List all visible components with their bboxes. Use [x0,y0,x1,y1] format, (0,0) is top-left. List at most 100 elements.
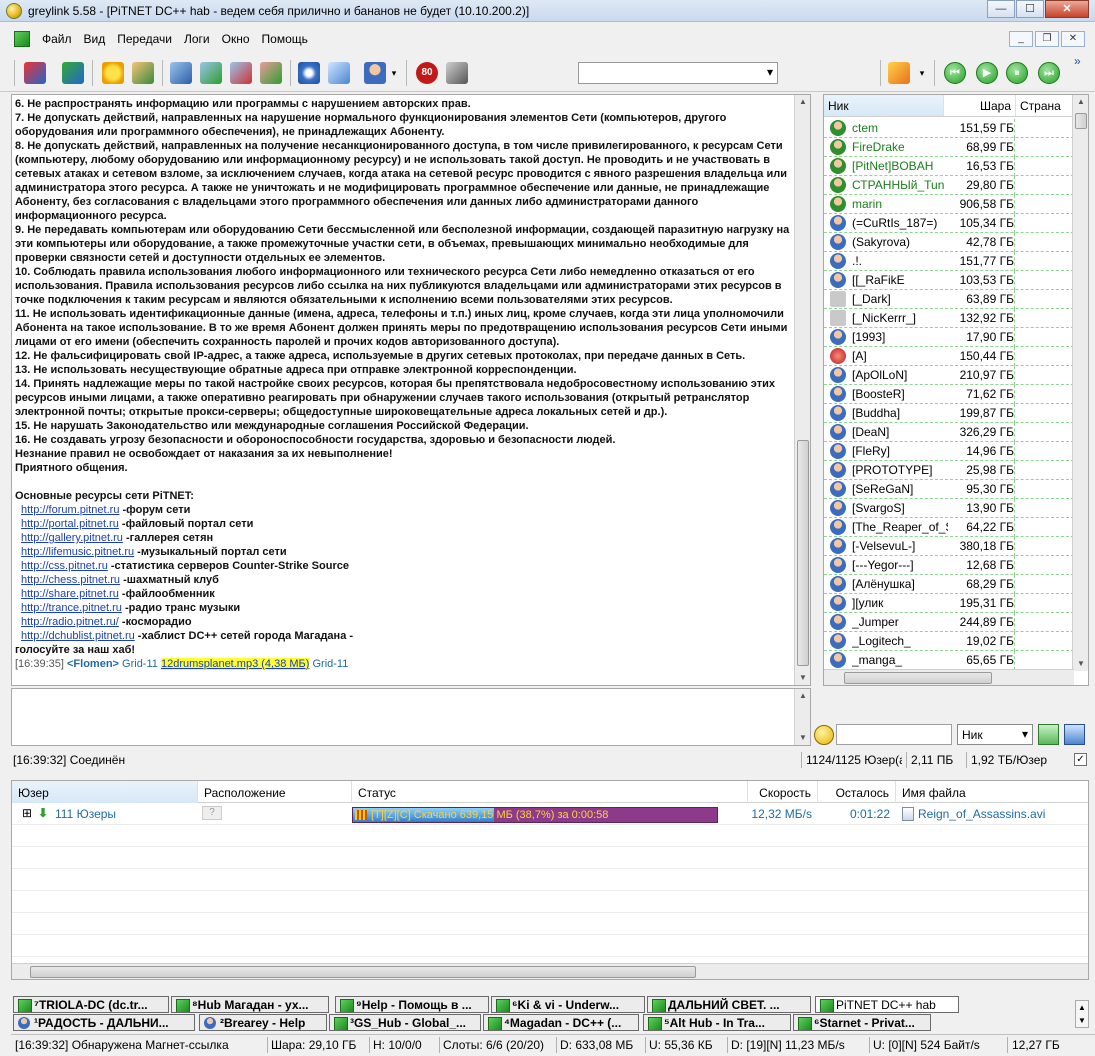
refresh-icon[interactable] [1064,724,1085,745]
resource-link[interactable]: http://trance.pitnet.ru [21,602,122,614]
tab-alt-hub[interactable]: ⁵Alt Hub - In Tra... [643,1014,791,1031]
tab-help[interactable]: ⁹Help - Помощь в ... [335,996,489,1013]
user-row[interactable]: [FleRy] 14,96 ГБ [824,441,1074,461]
toolbar-overflow-icon[interactable]: » [1074,54,1088,76]
user-row[interactable]: [The_Reaper_of_S 64,22 ГБ [824,517,1074,537]
user-row[interactable]: [_Dark] 63,89 ГБ [824,289,1074,309]
close-button[interactable]: ✕ [1045,0,1089,18]
pause-icon[interactable]: ⏸ [1006,62,1028,84]
finished-downloads-icon[interactable] [200,62,222,84]
user-row[interactable]: (=CuRtIs_187=) 105,34 ГБ [824,213,1074,233]
magnet-link[interactable]: 12drumsplanet.mp3 (4,38 МБ) [160,658,310,670]
user-row[interactable]: [PROTOTYPE] 25,98 ГБ [824,460,1074,480]
user-row[interactable]: [DeaN] 326,29 ГБ [824,422,1074,442]
user-row[interactable]: marin 906,58 ГБ [824,194,1074,214]
resource-link[interactable]: http://lifemusic.pitnet.ru [21,546,134,558]
user-row[interactable]: [PitNet]BOBAH 16,53 ГБ [824,156,1074,176]
maximize-button[interactable]: ☐ [1016,0,1044,18]
user-row[interactable]: _manga_ 65,65 ГБ [824,650,1074,670]
tab-starnet[interactable]: ⁶Starnet - Privat... [793,1014,931,1031]
transfers-hscrollbar[interactable] [12,963,1088,979]
user-list[interactable]: Ник Шара Страна ctem 151,59 ГБ FireDrake 68… [823,94,1089,686]
user-list-hscroll-thumb[interactable] [844,672,992,684]
column-country[interactable]: Страна [1016,95,1074,116]
finished-uploads-icon[interactable] [260,62,282,84]
user-row[interactable]: [SvargoS] 13,90 ГБ [824,498,1074,518]
transfer-row[interactable]: ⊞ ⬇ 111 Юзеры ? [T][Z][C] Скачано 639,15… [12,803,1088,825]
notepad-icon[interactable] [328,62,350,84]
column-location[interactable]: Расположение [198,781,352,803]
user-row[interactable]: FireDrake 68,99 ГБ [824,137,1074,157]
play-icon[interactable]: ▶ [976,62,998,84]
scroll-down-arrow-icon[interactable]: ▼ [1073,657,1088,671]
menu-window[interactable]: Окно [222,32,250,46]
chevron-down-icon[interactable]: ▾ [388,62,400,84]
resource-link[interactable]: http://forum.pitnet.ru [21,504,119,516]
scroll-up-arrow-icon[interactable]: ▲ [1073,95,1088,109]
scroll-up-arrow-icon[interactable]: ▲ [795,689,811,703]
user-row[interactable]: .!. 151,77 ГБ [824,251,1074,271]
user-row[interactable]: [BoosteR] 71,62 ГБ [824,384,1074,404]
user-row[interactable]: [SeReGaN] 95,30 ГБ [824,479,1074,499]
menu-file[interactable]: Файл [42,32,72,46]
tab-dalniy-svet[interactable]: ДАЛЬНИЙ СВЕТ. ... [647,996,811,1013]
user-row[interactable]: ctem 151,59 ГБ [824,118,1074,138]
export-icon[interactable] [1038,724,1059,745]
message-nick[interactable]: <Flomen> [67,658,119,670]
expand-icon[interactable]: ⊞ [22,806,32,820]
column-nick[interactable]: Ник [824,95,944,116]
upload-queue-icon[interactable] [230,62,252,84]
quick-connect-combo[interactable] [578,62,778,84]
user-row[interactable]: [Buddha] 199,87 ГБ [824,403,1074,423]
speed-limit-icon[interactable]: 80 [416,62,438,84]
resource-link[interactable]: http://radio.pitnet.ru/ [21,616,119,628]
tab-hub-magadan[interactable]: ⁸Hub Магадан - ух... [171,996,329,1013]
settings-gear-icon[interactable] [298,62,320,84]
tab-triola[interactable]: ⁷TRIOLA-DC (dc.tr... [13,996,169,1013]
column-speed[interactable]: Скорость [748,781,818,803]
column-share[interactable]: Шара [944,95,1016,116]
download-queue-icon[interactable] [170,62,192,84]
user-row[interactable]: [A] 150,44 ГБ [824,346,1074,366]
input-scrollbar[interactable]: ▲ ▼ [794,689,810,745]
resource-link[interactable]: http://chess.pitnet.ru [21,574,120,586]
menu-view[interactable]: Вид [84,32,106,46]
user-list-scrollbar[interactable]: ▲ ▼ [1072,95,1088,671]
chat-window[interactable]: 6. Не распространять информацию или прог… [11,94,811,686]
user-list-scroll-thumb[interactable] [1075,113,1087,129]
mdi-restore-button[interactable]: ❐ [1035,31,1059,47]
minimize-button[interactable]: — [987,0,1015,18]
mdi-minimize-button[interactable]: _ [1009,31,1033,47]
resource-link[interactable]: http://share.pitnet.ru [21,588,119,600]
user-row[interactable]: [[_RaFikE 103,53 ГБ [824,270,1074,290]
column-filename[interactable]: Имя файла [896,781,1088,803]
away-mode-icon[interactable] [446,62,468,84]
previous-track-icon[interactable]: ⏮ [944,62,966,84]
favorite-hubs-star-icon[interactable] [102,62,124,84]
resource-link[interactable]: http://portal.pitnet.ru [21,518,119,530]
tab-radost[interactable]: ¹РАДОСТЬ - ДАЛЬНИ... [13,1014,195,1031]
user-row[interactable]: _Jumper 244,89 ГБ [824,612,1074,632]
tab-gs-hub[interactable]: ³GS_Hub - Global_... [329,1014,481,1031]
user-row[interactable]: СТРАННЫй_Tun 29,80 ГБ [824,175,1074,195]
user-row[interactable]: [1993] 17,90 ГБ [824,327,1074,347]
hub-menu-icon[interactable] [14,31,30,47]
show-userlist-checkbox[interactable]: ✓ [1074,753,1087,766]
reconnect-icon[interactable] [62,62,84,84]
user-row[interactable]: [_NicKerrr_] 132,92 ГБ [824,308,1074,328]
user-filter-input[interactable] [836,724,952,745]
lightning-icon[interactable] [888,62,910,84]
transfers-panel[interactable]: Юзер Расположение Статус Скорость Остало… [11,780,1089,980]
emoticon-icon[interactable] [814,725,834,745]
chat-scroll-thumb[interactable] [797,440,809,666]
resource-link[interactable]: http://css.pitnet.ru [21,560,108,572]
tab-pitnet[interactable]: PiTNET DC++ hab [815,996,959,1013]
tab-ki-vi[interactable]: ⁶Ki & vi - Underw... [491,996,645,1013]
tab-brearey[interactable]: ²Brearey - Help [199,1014,327,1031]
chevron-down-icon[interactable]: ▾ [916,62,928,84]
user-row[interactable]: [Алёнушка] 68,29 ГБ [824,574,1074,594]
resource-link[interactable]: http://dchublist.pitnet.ru [21,630,135,642]
menu-logs[interactable]: Логи [184,32,210,46]
menu-help[interactable]: Помощь [262,32,308,46]
public-hubs-icon[interactable] [24,62,46,84]
